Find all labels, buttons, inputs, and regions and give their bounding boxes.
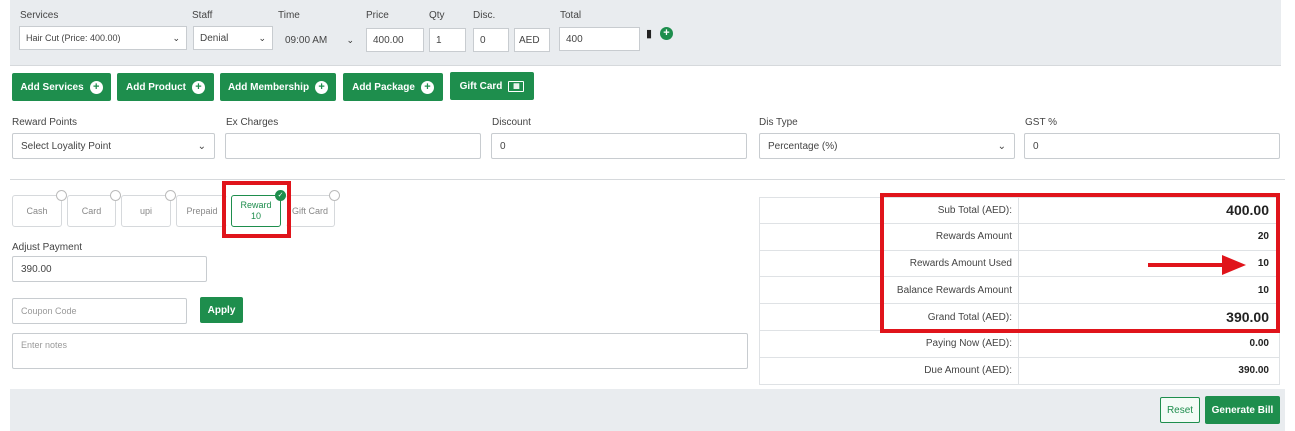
radio-icon bbox=[56, 190, 67, 201]
service-select-value: Hair Cut (Price: 400.00) bbox=[26, 33, 121, 43]
add-product-button[interactable]: Add Product + bbox=[117, 73, 214, 101]
qty-input-value: 1 bbox=[436, 34, 442, 46]
reward-points-label: Reward Points bbox=[12, 117, 78, 128]
payment-prepaid[interactable]: Prepaid bbox=[176, 195, 227, 227]
price-label: Price bbox=[366, 10, 389, 21]
gst-label: GST % bbox=[1025, 117, 1058, 128]
time-select-value: 09:00 AM bbox=[285, 34, 328, 46]
payment-gift-card-label: Gift Card bbox=[291, 206, 328, 216]
reward-points-select[interactable]: Select Loyality Point ⌄ bbox=[12, 133, 215, 159]
reward-highlight-box bbox=[222, 181, 291, 238]
divider bbox=[10, 179, 1285, 180]
payment-cash[interactable]: Cash bbox=[12, 190, 67, 227]
qty-label: Qty bbox=[429, 10, 445, 21]
total-input-value: 400 bbox=[566, 33, 583, 45]
gst-input[interactable]: 0 bbox=[1024, 133, 1280, 159]
time-label: Time bbox=[278, 10, 300, 21]
services-label: Services bbox=[20, 10, 59, 21]
chevron-down-icon: ⌄ bbox=[346, 34, 354, 45]
qty-input[interactable]: 1 bbox=[429, 28, 466, 52]
trash-icon[interactable]: ▮ bbox=[646, 27, 652, 40]
add-membership-label: Add Membership bbox=[227, 81, 310, 93]
apply-label: Apply bbox=[207, 304, 236, 316]
reward-points-select-value: Select Loyality Point bbox=[21, 140, 112, 152]
radio-icon bbox=[165, 190, 176, 201]
add-package-label: Add Package bbox=[352, 81, 415, 93]
discount-input[interactable]: 0 bbox=[491, 133, 747, 159]
currency-select-value: AED bbox=[519, 34, 540, 46]
disc-label: Disc. bbox=[473, 10, 496, 21]
plus-circle-icon: + bbox=[315, 80, 329, 94]
disc-input[interactable]: 0 bbox=[473, 28, 509, 52]
currency-select[interactable]: AED bbox=[514, 28, 550, 52]
discount-input-value: 0 bbox=[500, 140, 506, 152]
reset-label: Reset bbox=[1166, 404, 1194, 416]
payment-upi-label: upi bbox=[139, 206, 152, 216]
payment-gift-card[interactable]: Gift Card bbox=[286, 190, 340, 227]
card-icon: ▦ bbox=[508, 80, 525, 92]
billing-page: Services Staff Time Price Qty Disc. Tota… bbox=[0, 0, 1295, 431]
staff-select-value: Denial bbox=[200, 32, 229, 44]
dis-type-select-value: Percentage (%) bbox=[768, 140, 838, 152]
due-amount-value: 390.00 bbox=[1238, 365, 1269, 377]
add-services-button[interactable]: Add Services + bbox=[12, 73, 111, 101]
price-input-value: 400.00 bbox=[373, 34, 404, 46]
coupon-code-input[interactable]: Coupon Code bbox=[12, 298, 187, 324]
total-label: Total bbox=[560, 10, 582, 21]
gst-input-value: 0 bbox=[1033, 140, 1039, 152]
paying-now-label: Paying Now (AED): bbox=[760, 330, 1019, 357]
chevron-down-icon: ⌄ bbox=[258, 32, 266, 43]
radio-icon bbox=[329, 190, 340, 201]
payment-card-label: Card bbox=[81, 206, 102, 216]
paying-now-value: 0.00 bbox=[1249, 338, 1269, 350]
radio-icon bbox=[110, 190, 121, 201]
gift-card-button[interactable]: Gift Card ▦ bbox=[450, 72, 534, 100]
add-package-button[interactable]: Add Package + bbox=[343, 73, 443, 101]
reset-button[interactable]: Reset bbox=[1160, 397, 1200, 423]
plus-circle-icon: + bbox=[192, 80, 205, 94]
chevron-down-icon: ⌄ bbox=[197, 140, 206, 152]
notes-placeholder: Enter notes bbox=[21, 340, 68, 350]
payment-card[interactable]: Card bbox=[67, 190, 121, 227]
price-input[interactable]: 400.00 bbox=[366, 28, 424, 52]
adjust-payment-value: 390.00 bbox=[21, 263, 52, 275]
payment-prepaid-label: Prepaid bbox=[186, 206, 218, 216]
apply-coupon-button[interactable]: Apply bbox=[200, 297, 243, 323]
generate-bill-button[interactable]: Generate Bill bbox=[1205, 396, 1280, 424]
dis-type-select[interactable]: Percentage (%) ⌄ bbox=[759, 133, 1015, 159]
time-select[interactable]: 09:00 AM ⌄ bbox=[279, 28, 360, 52]
ex-charges-input[interactable] bbox=[225, 133, 481, 159]
generate-bill-label: Generate Bill bbox=[1211, 404, 1274, 416]
payment-upi[interactable]: upi bbox=[121, 190, 176, 227]
notes-textarea[interactable]: Enter notes bbox=[12, 333, 748, 369]
adjust-payment-input[interactable]: 390.00 bbox=[12, 256, 207, 282]
total-input[interactable]: 400 bbox=[559, 27, 640, 51]
service-select[interactable]: Hair Cut (Price: 400.00) ⌄ bbox=[19, 26, 187, 50]
chevron-down-icon: ⌄ bbox=[172, 32, 180, 43]
gift-card-label: Gift Card bbox=[459, 80, 503, 92]
chevron-down-icon: ⌄ bbox=[997, 140, 1006, 152]
footer-bar bbox=[10, 389, 1285, 431]
coupon-code-placeholder: Coupon Code bbox=[21, 306, 77, 316]
dis-type-label: Dis Type bbox=[759, 117, 798, 128]
disc-input-value: 0 bbox=[480, 34, 486, 46]
add-product-label: Add Product bbox=[126, 81, 186, 93]
discount-label: Discount bbox=[492, 117, 531, 128]
due-amount-label: Due Amount (AED): bbox=[760, 357, 1019, 384]
adjust-payment-label: Adjust Payment bbox=[12, 242, 83, 253]
table-row: Due Amount (AED): 390.00 bbox=[759, 357, 1280, 385]
arrow-right-icon bbox=[1148, 255, 1246, 275]
ex-charges-label: Ex Charges bbox=[226, 117, 279, 128]
staff-label: Staff bbox=[192, 10, 213, 21]
plus-circle-icon: + bbox=[89, 80, 103, 94]
plus-circle-icon: + bbox=[420, 80, 434, 94]
staff-select[interactable]: Denial ⌄ bbox=[193, 26, 273, 50]
table-row: Paying Now (AED): 0.00 bbox=[759, 330, 1280, 358]
payment-cash-label: Cash bbox=[26, 206, 48, 216]
plus-circle-icon[interactable]: + bbox=[660, 27, 673, 40]
add-membership-button[interactable]: Add Membership + bbox=[220, 73, 336, 101]
add-services-label: Add Services bbox=[20, 81, 84, 93]
